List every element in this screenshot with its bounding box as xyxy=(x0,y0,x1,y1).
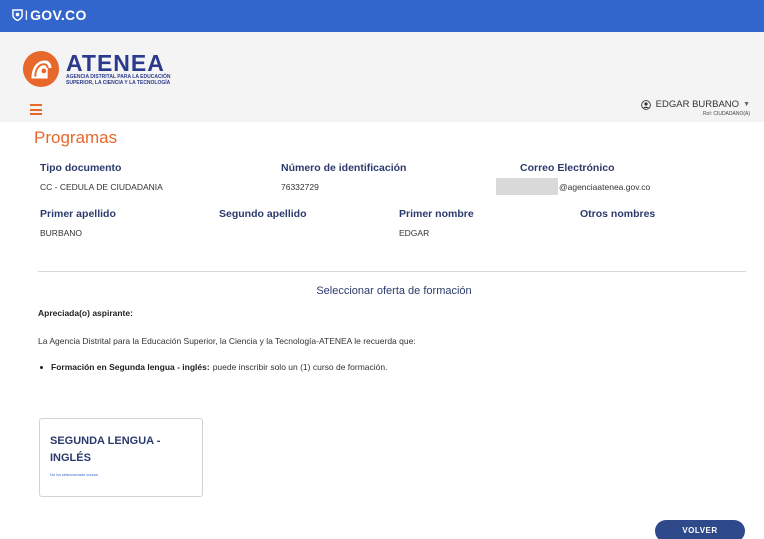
gov-top-bar: | GOV.CO xyxy=(0,0,764,32)
bullet-text: puede inscribir solo un (1) curso de for… xyxy=(212,362,388,372)
greeting-text: Apreciada(o) aspirante: xyxy=(38,308,133,318)
notice-bullet: Formación en Segunda lengua - inglés: pu… xyxy=(40,362,388,372)
page-title: Programas xyxy=(34,128,118,147)
user-menu[interactable]: EDGAR BURBANO ▼ Rol: CIUDADANO(A) xyxy=(640,99,750,117)
brand-name: ATENEA xyxy=(66,50,165,76)
value-numero-identificacion: 76332729 xyxy=(281,182,319,192)
shield-icon xyxy=(12,9,23,21)
gov-separator: | xyxy=(25,9,29,21)
bullet-bold-text: Formación en Segunda lengua - inglés: xyxy=(51,362,210,372)
label-numero-identificacion: Número de identificación xyxy=(281,162,407,174)
section-divider xyxy=(38,271,746,272)
atenea-logo-icon xyxy=(22,50,60,88)
atenea-brand[interactable]: ATENEA AGENCIA DISTRITAL PARA LA EDUCACI… xyxy=(22,50,170,88)
hamburger-menu-icon[interactable] xyxy=(30,104,42,115)
brand-subtitle-2: SUPERIOR, LA CIENCIA Y LA TECNOLOGÍA xyxy=(66,80,171,86)
notice-text: La Agencia Distrital para la Educación S… xyxy=(38,336,416,346)
card-title: SEGUNDA LENGUA - INGLÉS xyxy=(50,435,161,464)
volver-button[interactable]: VOLVER xyxy=(655,520,745,539)
value-correo: @agenciaatenea.gov.co xyxy=(559,182,651,192)
label-tipo-documento: Tipo documento xyxy=(40,162,122,174)
gov-logo-text: GOV.CO xyxy=(30,7,87,23)
value-primer-nombre: EDGAR xyxy=(399,228,430,238)
card-note: No ha seleccionado cursos xyxy=(50,472,99,477)
masked-email-prefix xyxy=(496,178,558,195)
label-otros-nombres: Otros nombres xyxy=(580,208,656,220)
value-primer-apellido: BURBANO xyxy=(40,228,83,238)
label-correo: Correo Electrónico xyxy=(520,162,615,174)
user-role: Rol: CIUDADANO(A) xyxy=(703,111,750,117)
label-primer-nombre: Primer nombre xyxy=(399,208,474,220)
section-title: Seleccionar oferta de formación xyxy=(316,285,472,297)
label-segundo-apellido: Segundo apellido xyxy=(219,208,307,220)
caret-down-icon: ▼ xyxy=(743,101,750,108)
label-primer-apellido: Primer apellido xyxy=(40,208,116,220)
bullet-dot xyxy=(40,365,43,369)
user-circle-icon xyxy=(640,99,651,110)
gov-co-logo[interactable]: | GOV.CO xyxy=(12,7,87,23)
user-name: EDGAR BURBANO xyxy=(655,99,740,110)
value-tipo-documento: CC - CEDULA DE CIUDADANIA xyxy=(40,182,163,192)
course-card-ingles[interactable]: SEGUNDA LENGUA - INGLÉS No ha selecciona… xyxy=(39,418,203,497)
